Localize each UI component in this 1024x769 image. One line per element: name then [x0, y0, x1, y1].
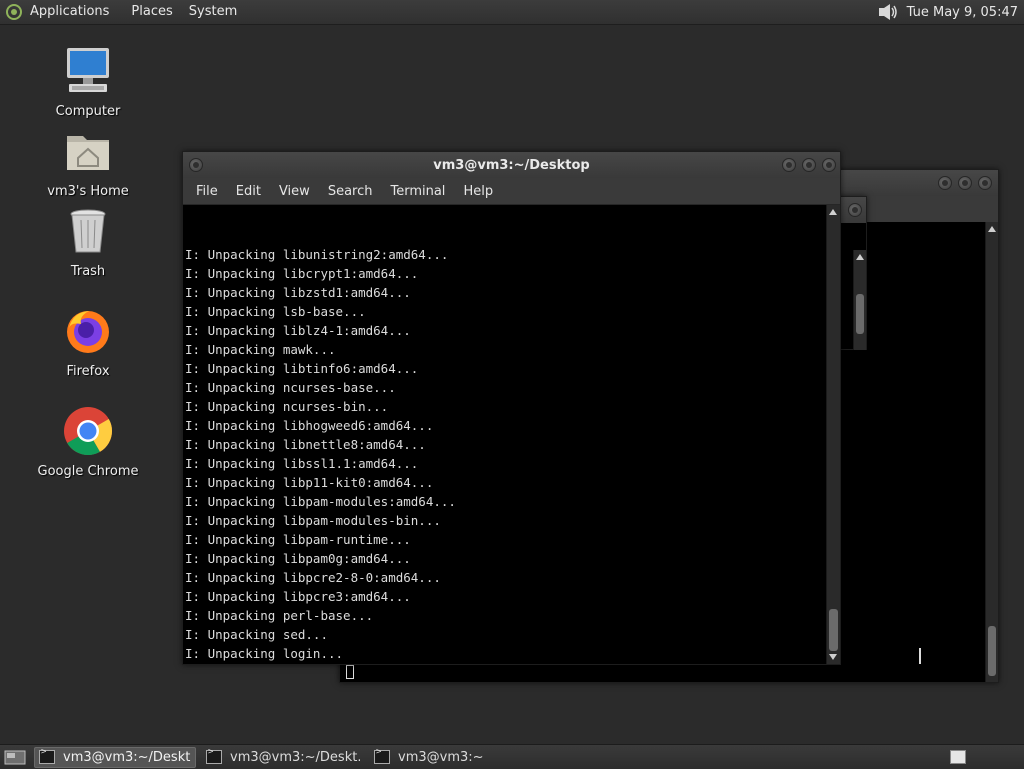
clock[interactable]: Tue May 9, 05:47	[907, 5, 1018, 20]
top-panel: Applications Places System Tue May 9, 05…	[0, 0, 1024, 25]
terminal-line: I: Unpacking libpam-modules-bin...	[185, 513, 441, 528]
terminal-line: I: Unpacking perl-base...	[185, 608, 374, 623]
terminal-line: I: Unpacking mawk...	[185, 342, 336, 357]
minimize-button[interactable]	[938, 176, 952, 190]
taskbar-item-terminal-2[interactable]: vm3@vm3:~/Deskt...	[202, 747, 364, 768]
system-menu[interactable]: System	[181, 0, 245, 24]
terminal-line: I: Unpacking libp11-kit0:amd64...	[185, 475, 434, 490]
desktop-icon-chrome[interactable]: Google Chrome	[33, 406, 143, 479]
terminal-lines: I: Unpacking libunistring2:amd64... I: Un…	[185, 245, 826, 664]
terminal-line: I: Unpacking ncurses-base...	[185, 380, 396, 395]
desktop-icon-computer[interactable]: Computer	[33, 46, 143, 119]
show-desktop-icon[interactable]	[4, 748, 26, 766]
window-title: vm3@vm3:~/Desktop	[433, 157, 590, 173]
terminal-window[interactable]: vm3@vm3:~/Desktop File Edit View Search …	[182, 151, 841, 665]
terminal-line: I: Unpacking libpam0g:amd64...	[185, 551, 411, 566]
terminal-line: I: Unpacking passwd...	[185, 663, 826, 664]
window-titlebar[interactable]: vm3@vm3:~/Desktop	[183, 152, 840, 178]
scroll-up-icon[interactable]	[988, 226, 996, 232]
scroll-down-icon[interactable]	[829, 654, 837, 660]
menu-edit[interactable]: Edit	[227, 184, 270, 199]
terminal-line: I: Unpacking libpcre2-8-0:amd64...	[185, 570, 441, 585]
desktop-icon-label: vm3's Home	[47, 184, 129, 199]
distro-logo-icon	[6, 4, 22, 20]
menu-terminal[interactable]: Terminal	[381, 184, 454, 199]
menu-help[interactable]: Help	[454, 184, 502, 199]
firefox-icon	[67, 311, 109, 353]
terminal-line: I: Unpacking libtinfo6:amd64...	[185, 361, 419, 376]
speaker-icon[interactable]	[877, 3, 899, 21]
close-button[interactable]	[978, 176, 992, 190]
terminal-scrollbar[interactable]	[826, 205, 840, 664]
desktop-icon-label: Firefox	[66, 364, 110, 379]
terminal-line: I: Unpacking libpcre3:amd64...	[185, 589, 411, 604]
window-menu-button[interactable]	[189, 158, 203, 172]
scrollbar[interactable]	[985, 222, 998, 682]
terminal-line: I: Unpacking libhogweed6:amd64...	[185, 418, 434, 433]
terminal-output[interactable]: I: Unpacking libunistring2:amd64... I: Un…	[185, 207, 826, 664]
terminal-line: I: Unpacking libpam-runtime...	[185, 532, 411, 547]
scrollbar-thumb[interactable]	[829, 609, 838, 651]
trash-icon	[70, 209, 106, 253]
terminal-line: I: Unpacking liblz4-1:amd64...	[185, 323, 411, 338]
terminal-cursor	[346, 665, 354, 679]
close-button[interactable]	[822, 158, 836, 172]
taskbar-item-label: vm3@vm3:~	[398, 749, 484, 765]
applications-menu[interactable]: Applications	[0, 0, 123, 24]
menu-file[interactable]: File	[187, 184, 227, 199]
terminal-line: I: Unpacking ncurses-bin...	[185, 399, 389, 414]
taskbar-item-label: vm3@vm3:~/Deskt...	[63, 749, 191, 765]
maximize-button[interactable]	[802, 158, 816, 172]
terminal-line: I: Unpacking libunistring2:amd64...	[185, 247, 449, 262]
workspace-switcher[interactable]	[950, 750, 966, 764]
terminal-line: I: Unpacking sed...	[185, 627, 328, 642]
terminal-line: I: Unpacking login...	[185, 646, 344, 661]
mouse-ibeam-cursor	[919, 648, 927, 664]
close-button[interactable]	[848, 203, 862, 217]
chrome-icon	[64, 407, 113, 456]
computer-icon	[67, 48, 109, 92]
terminal-line: I: Unpacking libcrypt1:amd64...	[185, 266, 419, 281]
taskbar-item-terminal-3[interactable]: vm3@vm3:~	[370, 747, 532, 768]
applications-menu-label: Applications	[30, 4, 110, 19]
terminal-line: I: Unpacking libnettle8:amd64...	[185, 437, 426, 452]
terminal-menubar: File Edit View Search Terminal Help	[183, 178, 840, 205]
maximize-button[interactable]	[958, 176, 972, 190]
scrollbar[interactable]	[853, 250, 866, 350]
terminal-line: I: Unpacking libpam-modules:amd64...	[185, 494, 456, 509]
menu-view[interactable]: View	[270, 184, 319, 199]
scroll-up-icon[interactable]	[829, 209, 837, 215]
desktop-icon-trash[interactable]: Trash	[33, 206, 143, 279]
terminal-icon	[39, 747, 55, 764]
terminal-icon	[206, 747, 222, 764]
terminal-line: I: Unpacking lsb-base...	[185, 304, 366, 319]
desktop-icon-home[interactable]: vm3's Home	[33, 126, 143, 199]
scroll-up-icon[interactable]	[856, 254, 864, 260]
bottom-panel: vm3@vm3:~/Deskt... vm3@vm3:~/Deskt... vm…	[0, 744, 1024, 769]
desktop-icon-label: Computer	[55, 104, 121, 119]
scrollbar-thumb[interactable]	[988, 626, 996, 676]
terminal-line: I: Unpacking libssl1.1:amd64...	[185, 456, 419, 471]
places-menu[interactable]: Places	[123, 0, 180, 24]
terminal-line: I: Unpacking libzstd1:amd64...	[185, 285, 411, 300]
home-folder-icon	[67, 136, 109, 170]
scrollbar-thumb[interactable]	[856, 294, 864, 334]
desktop-icon-label: Trash	[70, 264, 106, 279]
taskbar-item-label: vm3@vm3:~/Deskt...	[230, 749, 360, 765]
minimize-button[interactable]	[782, 158, 796, 172]
taskbar-item-terminal-1[interactable]: vm3@vm3:~/Deskt...	[34, 746, 196, 768]
menu-search[interactable]: Search	[319, 184, 382, 199]
terminal-icon	[374, 747, 390, 764]
desktop-icon-firefox[interactable]: Firefox	[33, 306, 143, 379]
desktop-icon-label: Google Chrome	[37, 464, 139, 479]
